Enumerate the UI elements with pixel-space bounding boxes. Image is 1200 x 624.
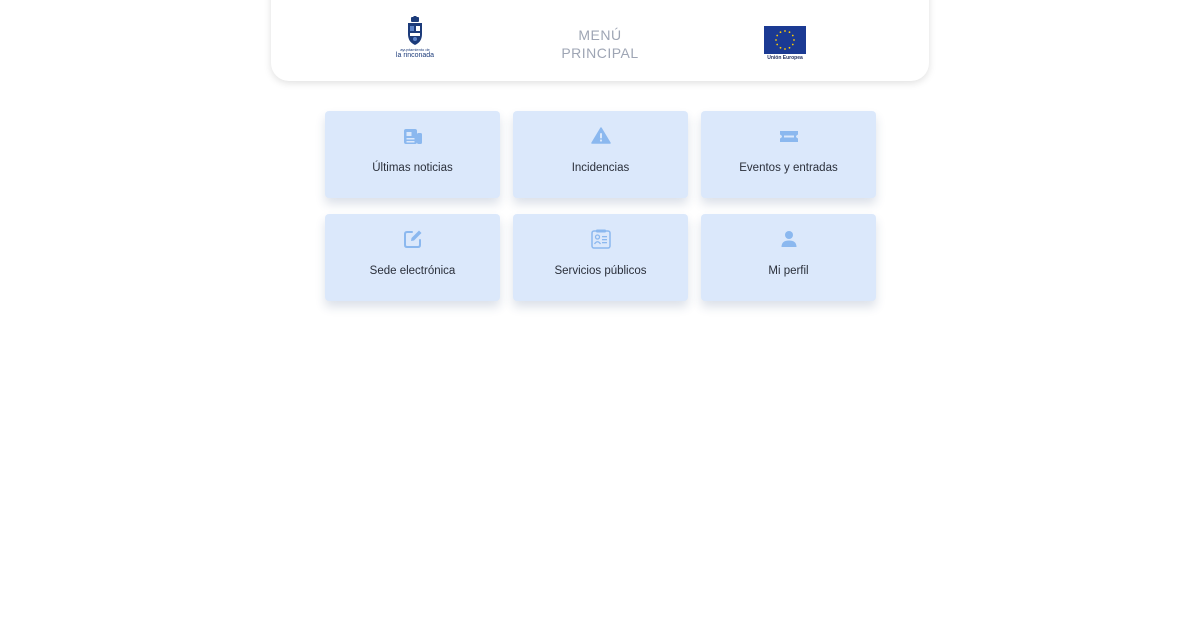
header-bar: ayuntamiento de la rinconada MENÚ PRINCI… bbox=[271, 0, 929, 81]
menu-card-sede-electronica[interactable]: Sede electrónica bbox=[325, 214, 500, 301]
eu-flag-icon bbox=[764, 26, 806, 54]
eu-logo[interactable]: Unión Europea bbox=[763, 26, 807, 62]
coat-of-arms-icon bbox=[408, 16, 422, 45]
menu-card-label: Últimas noticias bbox=[372, 162, 453, 174]
page-title: MENÚ PRINCIPAL bbox=[551, 26, 649, 62]
page-title-line2: PRINCIPAL bbox=[561, 45, 639, 61]
menu-card-servicios-publicos[interactable]: Servicios públicos bbox=[513, 214, 688, 301]
eu-caption: Unión Europea bbox=[767, 55, 803, 61]
user-icon bbox=[781, 231, 797, 247]
menu-card-eventos-entradas[interactable]: Eventos y entradas bbox=[701, 111, 876, 198]
warning-icon bbox=[591, 127, 611, 144]
menu-card-label: Eventos y entradas bbox=[739, 162, 838, 174]
logo-name: la rinconada bbox=[395, 52, 435, 59]
public-services-icon bbox=[591, 229, 611, 249]
menu-card-label: Servicios públicos bbox=[554, 265, 647, 277]
ayuntamiento-logo[interactable]: ayuntamiento de la rinconada bbox=[395, 16, 435, 64]
menu-card-mi-perfil[interactable]: Mi perfil bbox=[701, 214, 876, 301]
ticket-icon bbox=[780, 131, 798, 142]
newspaper-icon bbox=[404, 129, 422, 144]
menu-card-incidencias[interactable]: Incidencias bbox=[513, 111, 688, 198]
menu-card-label: Sede electrónica bbox=[369, 265, 456, 277]
menu-card-label: Incidencias bbox=[571, 162, 630, 174]
edit-icon bbox=[404, 230, 422, 248]
menu-card-label: Mi perfil bbox=[768, 265, 809, 277]
page-title-line1: MENÚ bbox=[578, 27, 622, 43]
menu-card-ultimas-noticias[interactable]: Últimas noticias bbox=[325, 111, 500, 198]
